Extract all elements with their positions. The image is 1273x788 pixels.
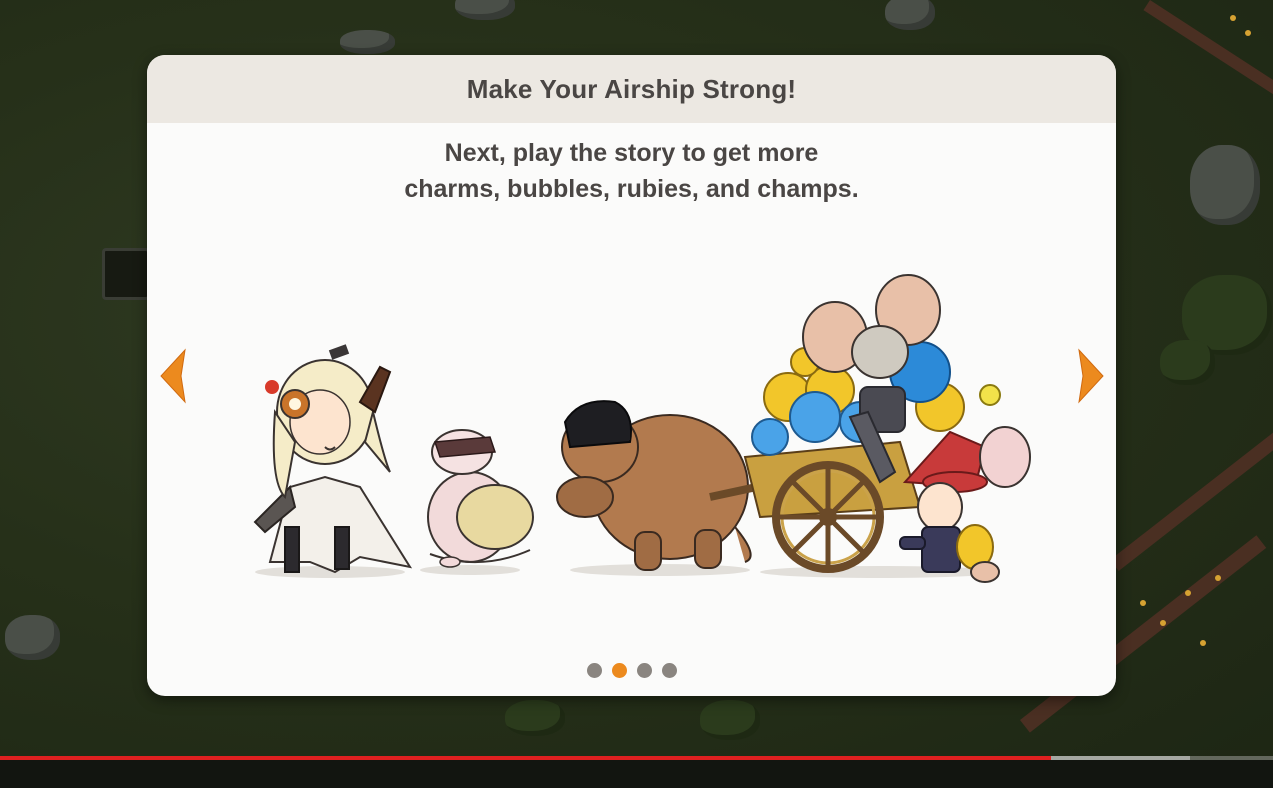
rat-character [427,429,534,568]
chevron-right-icon [1078,348,1104,404]
flower-decoration [1140,600,1146,606]
prev-page-button[interactable] [157,348,187,404]
ground-shadow [760,566,1000,578]
flower-decoration [1215,575,1221,581]
flower-decoration [1160,620,1166,626]
dialog-message-line: Next, play the story to get more [444,139,819,167]
flower-decoration [1230,15,1236,21]
bush-decoration [1160,340,1215,385]
rock-decoration [1190,145,1260,225]
bush-decoration [505,700,565,736]
fence-decoration [1143,0,1273,98]
dialog-title: Make Your Airship Strong! [466,73,797,104]
page-dot[interactable] [586,663,602,678]
page-dot[interactable] [636,663,652,678]
game-scene: Make Your Airship Strong! Next, play the… [0,0,1273,788]
page-dot[interactable] [661,663,677,678]
flower-decoration [1245,30,1251,36]
bear-character [556,400,752,571]
dialog-message: Next, play the story to get more charms,… [147,135,1116,207]
flower-decoration [1200,640,1206,646]
ground-shadow [420,565,520,575]
video-controls-strip [0,760,1273,788]
page-dot[interactable] [611,663,627,678]
rock-decoration [885,0,935,30]
witch-character [899,426,1031,583]
rock-decoration [340,30,395,54]
page-indicator [147,663,1116,678]
rock-decoration [5,615,60,660]
flower-decoration [1185,590,1191,596]
dialog-message-line: charms, bubbles, rubies, and champs. [404,175,859,203]
chevron-left-icon [160,348,186,404]
next-page-button[interactable] [1077,348,1107,404]
dialog-header: Make Your Airship Strong! [147,55,1116,123]
characters-illustration [253,274,1031,583]
bush-decoration [700,700,760,740]
rock-decoration [455,0,515,20]
pit-decoration [102,248,150,300]
girl-character [253,344,413,574]
